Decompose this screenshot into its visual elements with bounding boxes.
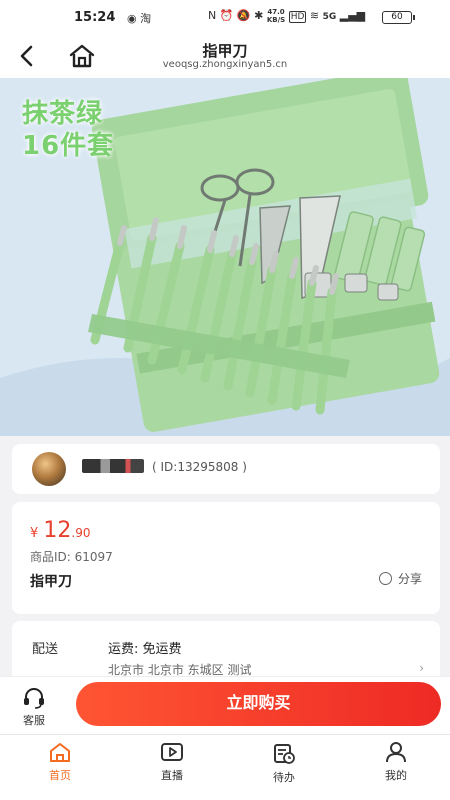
page-title: 指甲刀 <box>202 42 248 60</box>
action-bar: 客服 立即购买 <box>0 676 450 734</box>
customer-service-button[interactable]: 客服 <box>14 687 54 728</box>
tab-home[interactable]: 首页 <box>25 741 95 783</box>
status-bar: 15:24 ◉ 淘 N ⏰ 🔕 ✱ 47.0 KB/S HD ≋ 5G ▂▄▆ 6… <box>0 0 450 34</box>
product-price: ¥ 12.90 <box>30 518 90 543</box>
hd-icon: HD <box>288 11 307 23</box>
seller-name-redacted <box>82 459 144 473</box>
system-status-icons: N ⏰ 🔕 ✱ <box>208 9 264 22</box>
seller-card[interactable]: ( ID:13295808 ) <box>12 444 440 494</box>
todo-icon <box>274 744 295 764</box>
wifi-icon: ≋ <box>309 9 320 22</box>
notification-icons: ◉ 淘 <box>127 12 152 25</box>
profile-icon <box>386 742 406 763</box>
share-button[interactable]: 分享 <box>378 570 422 587</box>
hero-caption: 抹茶绿 16件套 <box>22 99 115 161</box>
tab-todo[interactable]: 待办 <box>249 741 319 785</box>
product-name: 指甲刀 <box>30 574 72 590</box>
buy-now-button[interactable]: 立即购买 <box>76 682 441 726</box>
battery-icon: 60 <box>382 11 415 24</box>
chevron-right-icon: › <box>419 661 424 675</box>
product-id: 商品ID: 61097 <box>30 550 113 564</box>
home-icon <box>50 743 70 762</box>
system-icons: N ⏰ 🔕 ✱ 47.0 KB/S HD ≋ 5G ▂▄▆ <box>208 8 365 24</box>
share-icon <box>378 572 392 585</box>
tab-profile[interactable]: 我的 <box>361 741 431 783</box>
headset-icon <box>24 688 44 709</box>
price-decimal: .90 <box>71 526 91 540</box>
signal-icon: 5G <box>322 12 337 22</box>
tab-todo-label: 待办 <box>273 771 295 784</box>
seller-avatar <box>32 452 66 486</box>
price-currency: ¥ <box>30 526 39 541</box>
price-integer: 12 <box>43 518 72 543</box>
delivery-label: 配送 <box>32 642 59 657</box>
status-time: 15:24 <box>74 10 116 25</box>
tab-live[interactable]: 直播 <box>137 741 207 783</box>
customer-service-label: 客服 <box>23 714 45 727</box>
net-speed: 47.0 KB/S <box>266 8 286 24</box>
seller-id: ( ID:13295808 ) <box>152 460 247 474</box>
share-label: 分享 <box>397 572 422 586</box>
shipping-fee: 运费: 免运费 <box>108 642 182 657</box>
product-info-card: ¥ 12.90 商品ID: 61097 指甲刀 分享 <box>12 502 440 614</box>
cell-bars-icon: ▂▄▆ <box>339 9 366 22</box>
bottom-tab-bar: 首页 直播 待办 我的 <box>0 734 450 800</box>
nav-bar: 指甲刀 veoqsg.zhongxinyan5.cn <box>0 34 450 78</box>
live-icon <box>161 743 183 761</box>
tab-live-label: 直播 <box>161 769 183 782</box>
page-url: veoqsg.zhongxinyan5.cn <box>162 59 288 70</box>
tab-home-label: 首页 <box>49 769 71 782</box>
tab-profile-label: 我的 <box>385 769 407 782</box>
product-image[interactable]: 抹茶绿 16件套 <box>0 78 450 436</box>
